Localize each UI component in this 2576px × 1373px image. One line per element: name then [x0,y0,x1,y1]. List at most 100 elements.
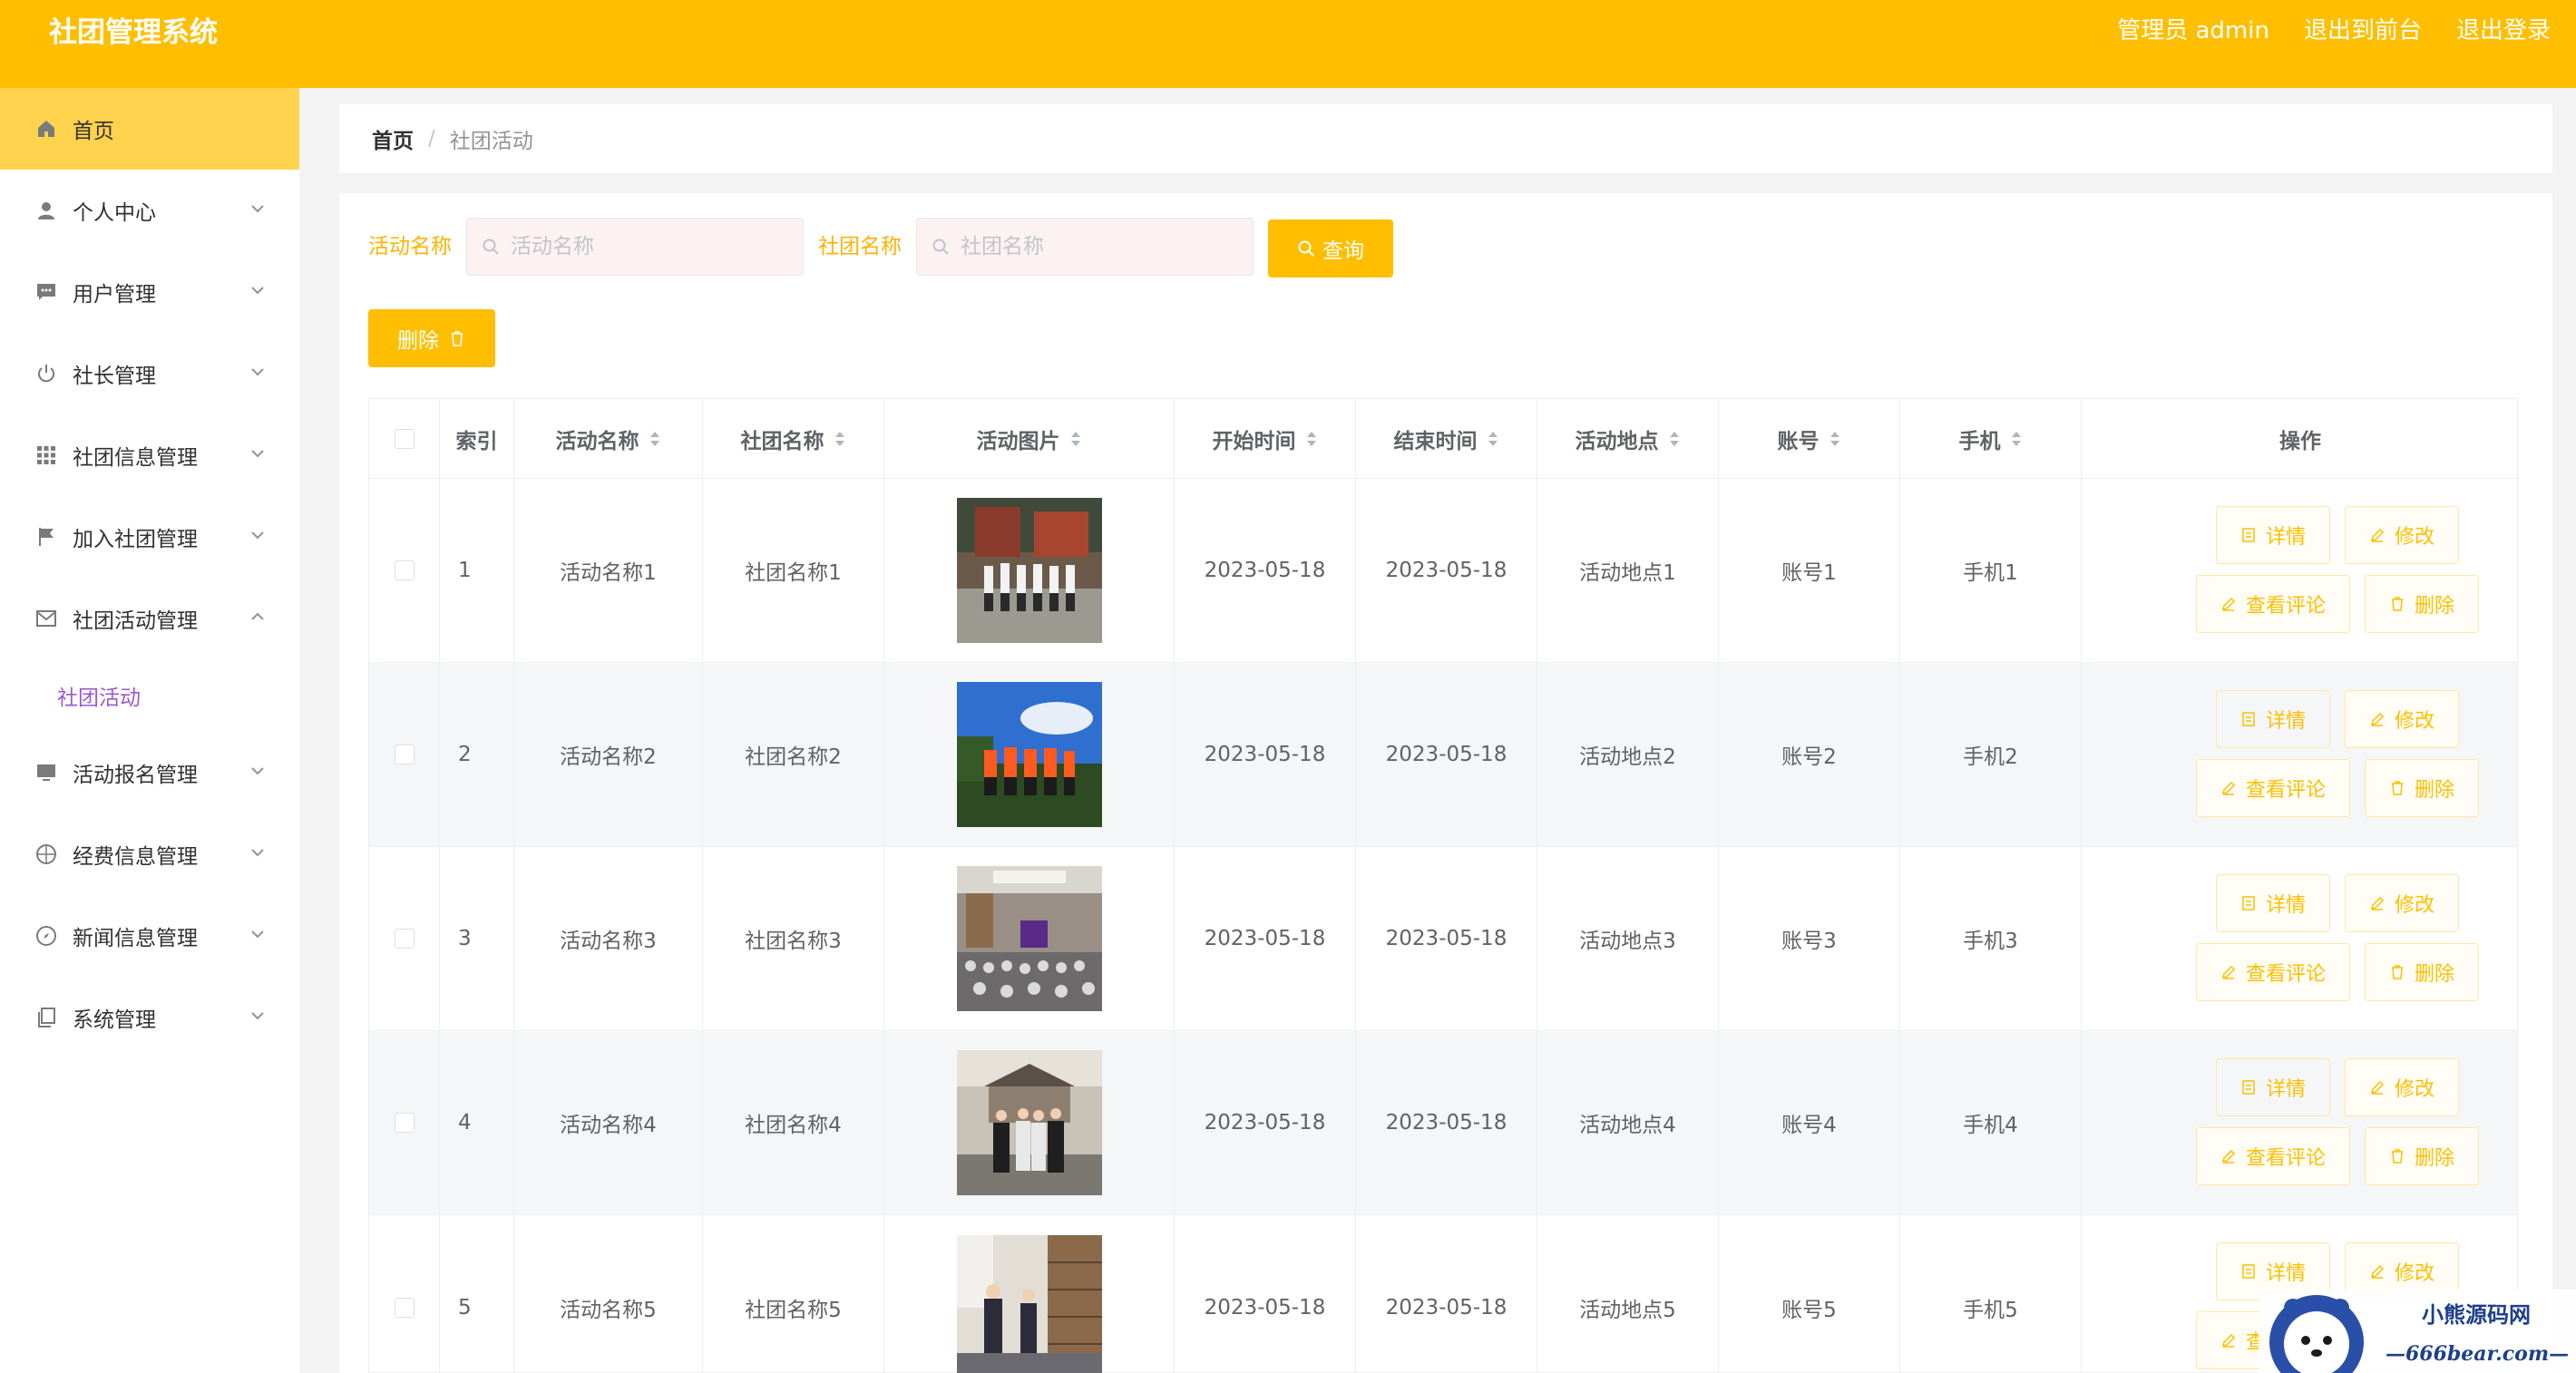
comments-button[interactable]: 查看评论 [2196,943,2350,1001]
header-end-time[interactable]: 结束时间 [1356,399,1537,478]
document-icon [2242,528,2255,542]
sidebar-item-label: 个人中心 [73,201,156,225]
header-location[interactable]: 活动地点 [1537,399,1719,478]
sort-icon [1488,431,1498,446]
activity-image[interactable] [956,1234,1102,1373]
edit-button[interactable]: 修改 [2345,506,2459,564]
header-account[interactable]: 账号 [1719,399,1900,478]
watermark-logo: 小熊源码网 —666bear.com— [2259,1290,2576,1373]
table-row: 5 活动名称5 社团名称5 2023-05-18 2023-05-18 活动地点… [369,1215,2519,1373]
sidebar-item-president[interactable]: 社长管理 [0,333,299,414]
row-checkbox[interactable] [394,1113,415,1133]
edit-icon [2370,528,2385,542]
comments-button[interactable]: 查看评论 [2196,759,2350,817]
cell-location: 活动地点3 [1537,847,1719,1030]
cell-account: 账号2 [1719,663,1900,846]
delete-label: 删除 [2414,595,2454,618]
header-image[interactable]: 活动图片 [884,399,1175,478]
row-checkbox[interactable] [394,929,415,949]
edit-label: 修改 [2394,894,2435,917]
cell-end-time: 2023-05-18 [1356,1031,1537,1214]
detail-button[interactable]: 详情 [2216,506,2330,564]
row-checkbox[interactable] [394,745,415,764]
row-checkbox[interactable] [394,1297,415,1318]
edit-label: 修改 [2394,1078,2435,1101]
sidebar-item-home[interactable]: 首页 [0,88,299,170]
club-name-input[interactable] [961,235,1218,258]
front-link[interactable]: 退出到前台 [2304,15,2422,47]
cell-club-name: 社团名称5 [703,1215,884,1373]
activity-name-input[interactable] [511,235,768,258]
header-label: 活动图片 [976,429,1060,453]
comments-label: 查看评论 [2245,1147,2326,1170]
cell-index: 4 [440,1031,514,1214]
sort-icon [2011,431,2021,446]
watermark-url: —666bear.com— [2386,1342,2569,1366]
comments-button[interactable]: 查看评论 [2196,575,2350,633]
sidebar-item-users[interactable]: 用户管理 [0,251,299,333]
sidebar-item-personal[interactable]: 个人中心 [0,170,299,251]
admin-label[interactable]: 管理员 admin [2117,15,2269,47]
detail-button[interactable]: 详情 [2216,874,2330,932]
activity-image[interactable] [956,498,1102,643]
cell-activity-name: 活动名称1 [514,479,703,662]
detail-button[interactable]: 详情 [2216,690,2330,748]
edit-icon [2221,781,2236,795]
delete-button[interactable]: 删除 [2365,943,2479,1001]
breadcrumb-home[interactable]: 首页 [372,123,414,154]
detail-button[interactable]: 详情 [2216,1058,2330,1116]
cell-account: 账号1 [1719,479,1900,662]
header-start-time[interactable]: 开始时间 [1175,399,1356,478]
header-phone[interactable]: 手机 [1900,399,2082,478]
activity-image[interactable] [956,682,1102,827]
sidebar-item-system[interactable]: 系统管理 [0,977,299,1058]
edit-button[interactable]: 修改 [2345,1058,2459,1116]
club-name-search[interactable] [916,218,1254,276]
grid-icon [34,443,58,467]
cell-account: 账号3 [1719,847,1900,1030]
delete-button[interactable]: 删除 [2365,759,2479,817]
logout-link[interactable]: 退出登录 [2456,15,2551,47]
delete-button[interactable]: 删除 [2365,1127,2479,1185]
row-checkbox[interactable] [394,560,415,580]
activity-name-label: 活动名称 [368,235,452,258]
comments-label: 查看评论 [2245,779,2326,802]
edit-label: 修改 [2394,526,2435,549]
comments-button[interactable]: 查看评论 [2196,1127,2350,1185]
detail-label: 详情 [2265,1078,2306,1101]
activity-image[interactable] [956,866,1102,1011]
header-label: 社团名称 [740,429,825,453]
watermark-title: 小熊源码网 [2422,1301,2531,1328]
sidebar-item-funds[interactable]: 经费信息管理 [0,813,299,895]
document-icon [2242,1080,2255,1095]
edit-icon [2370,712,2385,726]
cell-activity-name: 活动名称5 [514,1215,703,1373]
activity-image[interactable] [956,1050,1102,1195]
header-club-name[interactable]: 社团名称 [703,399,884,478]
sidebar-item-signup[interactable]: 活动报名管理 [0,732,299,813]
sidebar-item-label: 新闻信息管理 [73,927,198,950]
cell-club-name: 社团名称4 [703,1031,884,1214]
cell-location: 活动地点4 [1537,1031,1719,1214]
sidebar-subitem-club-activity[interactable]: 社团活动 [0,659,299,732]
cell-phone: 手机1 [1900,479,2082,662]
header-activity-name[interactable]: 活动名称 [514,399,703,478]
edit-button[interactable]: 修改 [2345,690,2459,748]
sidebar-item-join-club[interactable]: 加入社团管理 [0,496,299,578]
query-button[interactable]: 查询 [1268,219,1393,278]
activity-name-search[interactable] [466,218,804,276]
batch-delete-button[interactable]: 删除 [368,309,495,367]
document-icon [2242,1264,2255,1279]
edit-button[interactable]: 修改 [2345,874,2459,932]
edit-icon [2221,965,2236,979]
sidebar-item-club-activity[interactable]: 社团活动管理 [0,578,299,659]
sidebar-item-label: 活动报名管理 [73,764,198,787]
sidebar-item-club-info[interactable]: 社团信息管理 [0,414,299,496]
home-icon [34,117,58,141]
trash-icon [2391,597,2403,611]
sidebar-item-news[interactable]: 新闻信息管理 [0,895,299,977]
delete-button[interactable]: 删除 [2365,575,2479,633]
select-all-checkbox[interactable] [394,428,415,449]
cell-index: 2 [440,663,514,846]
sidebar: 首页 个人中心 用户管理 社长管理 社团信息管理 加入社团管理 社团活动管理 社… [0,88,299,1373]
